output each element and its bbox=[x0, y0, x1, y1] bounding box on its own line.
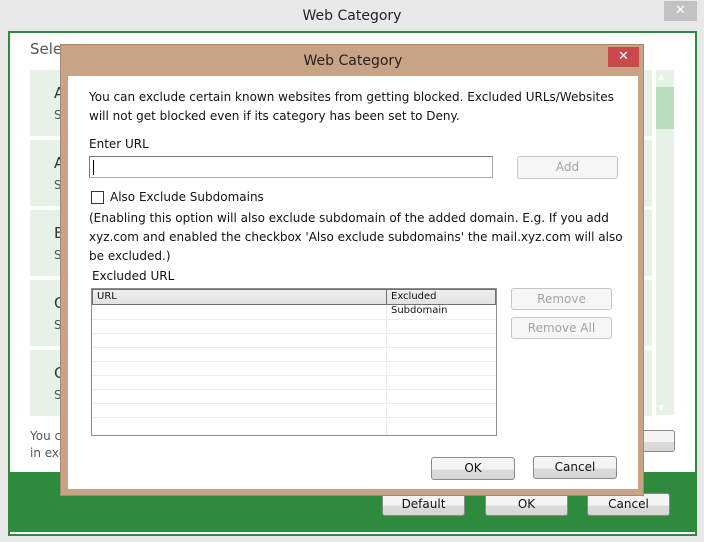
column-header-url[interactable]: URL bbox=[92, 289, 387, 305]
grid-line bbox=[92, 347, 496, 348]
close-icon: ✕ bbox=[618, 49, 629, 64]
scroll-up-icon[interactable]: ▲ bbox=[658, 72, 664, 81]
subdomain-hint: (Enabling this option will also exclude … bbox=[89, 211, 623, 263]
dialog-title: Web Category bbox=[303, 53, 403, 69]
dialog-cancel-button[interactable]: Cancel bbox=[533, 456, 617, 479]
add-button[interactable]: Add bbox=[517, 156, 618, 179]
cancel-button[interactable]: Cancel bbox=[587, 493, 670, 516]
grid-line bbox=[92, 375, 496, 376]
dialog-ok-button[interactable]: OK bbox=[431, 457, 515, 480]
remove-button[interactable]: Remove bbox=[511, 288, 612, 310]
window-title: Web Category bbox=[302, 8, 402, 24]
grid-line bbox=[92, 389, 496, 390]
url-input[interactable] bbox=[89, 156, 493, 178]
select-text: Sele bbox=[30, 40, 63, 58]
web-category-dialog: Web Category ✕ You can exclude certain k… bbox=[60, 44, 644, 496]
enter-url-label: Enter URL bbox=[89, 137, 149, 151]
excluded-url-label: Excluded URL bbox=[92, 269, 175, 283]
scroll-down-icon[interactable]: ▼ bbox=[658, 403, 664, 412]
grid-line bbox=[92, 333, 496, 334]
text-caret bbox=[93, 160, 94, 175]
default-button[interactable]: Default bbox=[382, 493, 465, 516]
grid-line bbox=[92, 403, 496, 404]
close-icon: ✕ bbox=[675, 3, 686, 18]
excluded-url-table[interactable]: URL Excluded Subdomain bbox=[91, 288, 497, 436]
column-header-excluded-subdomain[interactable]: Excluded Subdomain bbox=[386, 289, 496, 316]
scrollbar-thumb[interactable] bbox=[656, 87, 674, 129]
column-divider bbox=[386, 305, 387, 435]
exclude-subdomains-label[interactable]: Also Exclude Subdomains bbox=[110, 188, 264, 207]
grid-line bbox=[92, 417, 496, 418]
remove-all-button[interactable]: Remove All bbox=[511, 317, 612, 339]
grid-line bbox=[92, 319, 496, 320]
description: You can exclude certain known websites f… bbox=[89, 90, 614, 123]
exclude-subdomains-checkbox[interactable] bbox=[91, 191, 104, 204]
ok-button[interactable]: OK bbox=[485, 493, 568, 516]
grid-line bbox=[92, 361, 496, 362]
window-close-button[interactable]: ✕ bbox=[664, 1, 697, 21]
dialog-close-button[interactable]: ✕ bbox=[608, 47, 639, 67]
dialog-body: You can exclude certain known websites f… bbox=[68, 76, 638, 489]
